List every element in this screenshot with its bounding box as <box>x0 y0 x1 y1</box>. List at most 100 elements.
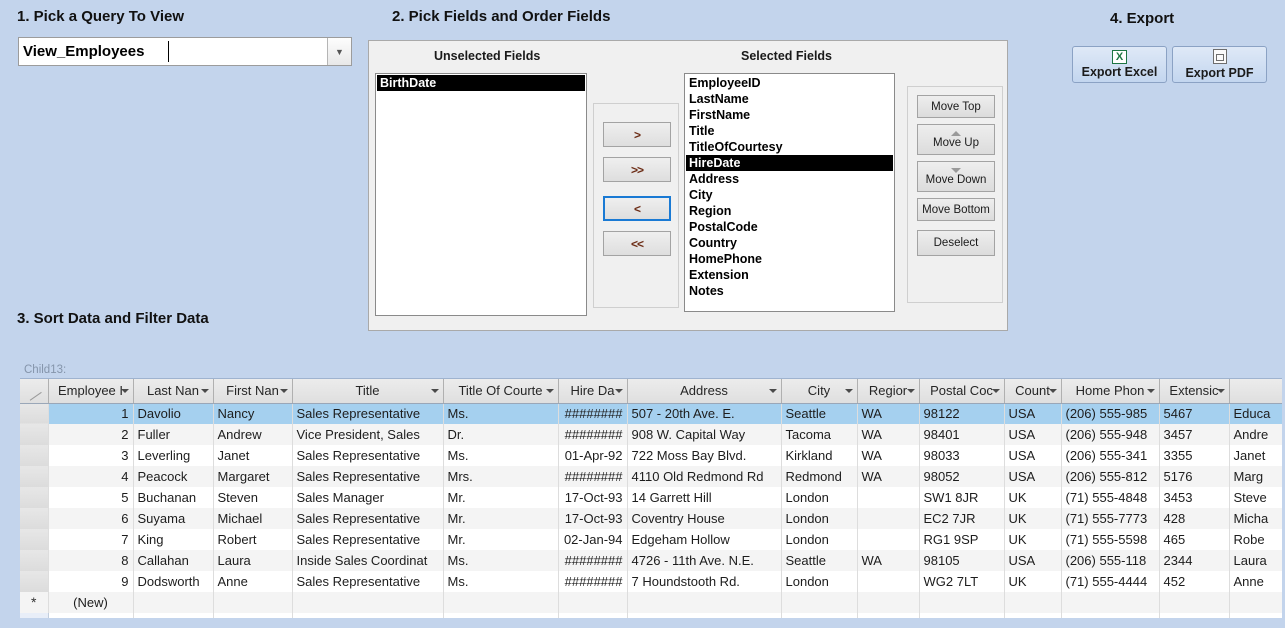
table-cell[interactable]: Steve <box>1229 487 1282 508</box>
selected-field-item[interactable]: LastName <box>686 91 893 107</box>
table-cell[interactable] <box>1004 592 1062 613</box>
table-cell[interactable]: Janet <box>213 445 293 466</box>
table-cell[interactable]: ######## <box>558 403 628 424</box>
selected-field-item[interactable]: Region <box>686 203 893 219</box>
table-cell[interactable]: WA <box>857 445 920 466</box>
table-cell[interactable] <box>857 529 920 550</box>
selected-field-item[interactable]: City <box>686 187 893 203</box>
table-cell[interactable]: UK <box>1004 571 1062 592</box>
table-cell[interactable]: 4726 - 11th Ave. N.E. <box>627 550 782 571</box>
table-cell[interactable]: 14 Garrett Hill <box>627 487 782 508</box>
selected-field-item[interactable]: EmployeeID <box>686 75 893 91</box>
table-cell[interactable]: WA <box>857 424 920 445</box>
table-cell[interactable]: Sales Representative <box>292 403 444 424</box>
table-cell[interactable]: EC2 7JR <box>919 508 1005 529</box>
table-cell[interactable]: 17-Oct-93 <box>558 487 628 508</box>
chevron-down-icon[interactable] <box>768 388 777 393</box>
table-cell[interactable]: 465 <box>1159 529 1230 550</box>
table-cell[interactable]: Educa <box>1229 403 1282 424</box>
chevron-down-icon[interactable] <box>1216 388 1225 393</box>
table-cell[interactable]: London <box>781 571 858 592</box>
table-cell[interactable]: King <box>133 529 214 550</box>
chevron-down-icon[interactable] <box>991 388 1000 393</box>
table-cell[interactable]: UK <box>1004 529 1062 550</box>
column-header[interactable]: First Nan <box>213 379 293 404</box>
new-record-row[interactable]: * (New) <box>20 592 1282 613</box>
table-cell[interactable]: Sales Representative <box>292 466 444 487</box>
move-right-all-button[interactable]: >> <box>603 157 671 182</box>
column-header[interactable]: Regior <box>857 379 920 404</box>
table-cell[interactable]: Micha <box>1229 508 1282 529</box>
table-cell[interactable]: 17-Oct-93 <box>558 508 628 529</box>
selected-field-item[interactable]: Title <box>686 123 893 139</box>
query-combobox[interactable]: View_Employees ▼ <box>18 37 352 66</box>
column-header[interactable]: Hire Da <box>558 379 628 404</box>
table-cell[interactable]: Anne <box>213 571 293 592</box>
table-cell[interactable]: ######## <box>558 466 628 487</box>
new-record-label[interactable]: (New) <box>48 592 134 613</box>
row-selector[interactable] <box>20 508 49 529</box>
table-cell[interactable]: 428 <box>1159 508 1230 529</box>
table-cell[interactable] <box>919 592 1005 613</box>
table-cell[interactable]: Mr. <box>443 487 559 508</box>
chevron-down-icon[interactable] <box>844 388 853 393</box>
row-selector[interactable] <box>20 487 49 508</box>
move-bottom-button[interactable]: Move Bottom <box>917 198 995 221</box>
chevron-down-icon[interactable] <box>906 388 915 393</box>
table-cell[interactable]: ######## <box>558 550 628 571</box>
table-cell[interactable]: Ms. <box>443 403 559 424</box>
table-cell[interactable]: Inside Sales Coordinat <box>292 550 444 571</box>
table-row[interactable]: 9 Dodsworth Anne Sales Representative Ms. ###… <box>20 571 1282 592</box>
table-cell[interactable]: ######## <box>558 571 628 592</box>
unselected-fields-listbox[interactable]: BirthDate <box>375 73 587 316</box>
table-cell[interactable]: Nancy <box>213 403 293 424</box>
column-header[interactable]: Address <box>627 379 782 404</box>
table-cell[interactable] <box>133 592 214 613</box>
table-row[interactable]: 7 King Robert Sales Representative Mr. 02-Jan… <box>20 529 1282 550</box>
table-cell[interactable]: 01-Apr-92 <box>558 445 628 466</box>
move-right-one-button[interactable]: > <box>603 122 671 147</box>
chevron-down-icon[interactable] <box>614 388 623 393</box>
table-cell[interactable]: Steven <box>213 487 293 508</box>
table-cell[interactable]: 3453 <box>1159 487 1230 508</box>
table-cell[interactable]: Laura <box>1229 550 1282 571</box>
selected-field-item[interactable]: HomePhone <box>686 251 893 267</box>
unselected-field-item[interactable]: BirthDate <box>377 75 585 91</box>
table-cell[interactable]: Suyama <box>133 508 214 529</box>
selected-field-item[interactable]: Notes <box>686 283 893 299</box>
table-cell[interactable]: Andre <box>1229 424 1282 445</box>
table-cell[interactable]: Anne <box>1229 571 1282 592</box>
column-header[interactable]: Title Of Courte <box>443 379 559 404</box>
table-cell[interactable]: 3457 <box>1159 424 1230 445</box>
table-cell[interactable] <box>857 592 920 613</box>
table-cell[interactable]: 5467 <box>1159 403 1230 424</box>
table-cell[interactable]: Edgeham Hollow <box>627 529 782 550</box>
table-cell[interactable]: 2344 <box>1159 550 1230 571</box>
selected-field-item[interactable]: PostalCode <box>686 219 893 235</box>
selected-fields-listbox[interactable]: EmployeeID LastName FirstName Title TitleOfC… <box>684 73 895 312</box>
table-cell[interactable]: 6 <box>48 508 134 529</box>
table-cell[interactable]: Coventry House <box>627 508 782 529</box>
table-cell[interactable]: Michael <box>213 508 293 529</box>
table-cell[interactable]: 4 <box>48 466 134 487</box>
column-header[interactable]: Home Phon <box>1061 379 1160 404</box>
table-cell[interactable]: Robert <box>213 529 293 550</box>
column-header[interactable]: Last Nan <box>133 379 214 404</box>
table-cell[interactable]: (206) 555-948 <box>1061 424 1160 445</box>
table-row[interactable]: 4 Peacock Margaret Sales Representative Mrs.… <box>20 466 1282 487</box>
select-all-corner[interactable] <box>20 379 49 404</box>
table-cell[interactable]: Davolio <box>133 403 214 424</box>
selected-field-item[interactable]: HireDate <box>686 155 893 171</box>
table-cell[interactable]: Mrs. <box>443 466 559 487</box>
row-selector[interactable] <box>20 466 49 487</box>
move-top-button[interactable]: Move Top <box>917 95 995 118</box>
row-selector[interactable] <box>20 424 49 445</box>
table-cell[interactable]: Mr. <box>443 529 559 550</box>
table-cell[interactable] <box>292 592 444 613</box>
table-cell[interactable]: Vice President, Sales <box>292 424 444 445</box>
table-cell[interactable]: WA <box>857 550 920 571</box>
table-cell[interactable]: RG1 9SP <box>919 529 1005 550</box>
table-cell[interactable]: USA <box>1004 550 1062 571</box>
table-cell[interactable]: Ms. <box>443 550 559 571</box>
chevron-down-icon[interactable] <box>430 388 439 393</box>
